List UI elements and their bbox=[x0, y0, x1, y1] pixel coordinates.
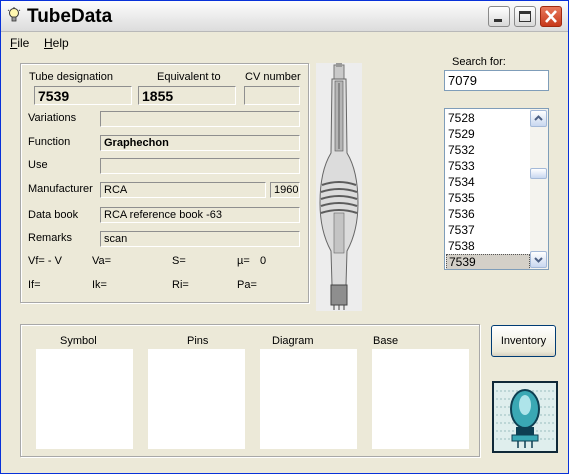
function-label: Function bbox=[28, 136, 71, 148]
ri-value: Ri= bbox=[172, 279, 189, 291]
function-field[interactable]: Graphechon bbox=[100, 135, 300, 151]
search-input[interactable]: 7079 bbox=[444, 70, 549, 91]
base-panel bbox=[372, 349, 469, 449]
cv-number-field[interactable] bbox=[244, 86, 300, 105]
remarks-label: Remarks bbox=[28, 232, 73, 244]
list-item[interactable]: 7538 bbox=[446, 238, 532, 254]
cv-number-label: CV number bbox=[245, 71, 301, 83]
pa-value: Pa= bbox=[237, 279, 257, 291]
manufacturer-label: Manufacturer bbox=[28, 183, 93, 195]
tube-listbox[interactable]: 7528 7529 7532 7533 7534 7535 7536 7537 … bbox=[444, 108, 549, 270]
list-item-selected[interactable]: 7539 bbox=[446, 254, 530, 269]
list-item[interactable]: 7533 bbox=[446, 158, 532, 174]
list-item[interactable]: 7532 bbox=[446, 142, 532, 158]
base-label: Base bbox=[373, 335, 399, 347]
tube-designation-field[interactable]: 7539 bbox=[34, 86, 132, 105]
variations-label: Variations bbox=[28, 112, 77, 124]
list-scrollbar[interactable] bbox=[530, 109, 548, 269]
inventory-button[interactable]: Inventory bbox=[491, 325, 556, 357]
pins-label: Pins bbox=[187, 335, 209, 347]
menu-help[interactable]: Help bbox=[44, 36, 69, 50]
data-book-field[interactable]: RCA reference book -63 bbox=[100, 207, 300, 223]
close-button[interactable] bbox=[540, 6, 562, 27]
menu-file[interactable]: File bbox=[10, 36, 29, 50]
scroll-up-button[interactable] bbox=[530, 110, 547, 127]
search-label: Search for: bbox=[452, 56, 506, 68]
data-book-label: Data book bbox=[28, 209, 79, 221]
vf-value: Vf= - V bbox=[28, 255, 62, 267]
list-item[interactable]: 7537 bbox=[446, 222, 532, 238]
maximize-icon bbox=[519, 11, 531, 22]
minimize-icon bbox=[494, 19, 502, 22]
va-value: Va= bbox=[92, 255, 112, 267]
symbol-label: Symbol bbox=[60, 335, 97, 347]
tube-designation-label: Tube designation bbox=[29, 71, 113, 83]
remarks-field[interactable]: scan bbox=[100, 231, 300, 247]
lightbulb-icon bbox=[7, 7, 21, 26]
chevron-down-icon bbox=[534, 257, 543, 263]
diagram-panel bbox=[260, 349, 357, 449]
list-item[interactable]: 7528 bbox=[446, 110, 532, 126]
diagram-label: Diagram bbox=[272, 335, 314, 347]
symbol-panel bbox=[36, 349, 133, 449]
maximize-button[interactable] bbox=[514, 6, 536, 27]
tube-logo-icon bbox=[492, 381, 558, 453]
ik-value: Ik= bbox=[92, 279, 107, 291]
minimize-button[interactable] bbox=[488, 6, 510, 27]
title-bar[interactable]: TubeData bbox=[1, 1, 568, 32]
year-field[interactable]: 1960 bbox=[270, 182, 300, 198]
if-value: If= bbox=[28, 279, 41, 291]
manufacturer-field[interactable]: RCA bbox=[100, 182, 266, 198]
menu-bar: File Help bbox=[1, 32, 568, 52]
list-item[interactable]: 7536 bbox=[446, 206, 532, 222]
mu-value: 0 bbox=[260, 255, 267, 267]
equivalent-to-label: Equivalent to bbox=[157, 71, 221, 83]
tube-photo bbox=[316, 63, 362, 311]
use-label: Use bbox=[28, 159, 48, 171]
chevron-up-icon bbox=[534, 115, 543, 121]
window-title: TubeData bbox=[27, 6, 113, 27]
pins-panel bbox=[148, 349, 245, 449]
list-item[interactable]: 7534 bbox=[446, 174, 532, 190]
app-window: TubeData File Help Tube designation Equi… bbox=[0, 0, 569, 474]
scroll-down-button[interactable] bbox=[530, 251, 547, 268]
close-icon bbox=[545, 10, 557, 23]
list-item[interactable]: 7529 bbox=[446, 126, 532, 142]
variations-field[interactable] bbox=[100, 111, 300, 127]
s-value: S= bbox=[172, 255, 186, 267]
list-item[interactable]: 7535 bbox=[446, 190, 532, 206]
scroll-thumb[interactable] bbox=[530, 168, 547, 179]
equivalent-to-field[interactable]: 1855 bbox=[138, 86, 236, 105]
use-field[interactable] bbox=[100, 158, 300, 174]
mu-label: µ= bbox=[237, 255, 250, 267]
